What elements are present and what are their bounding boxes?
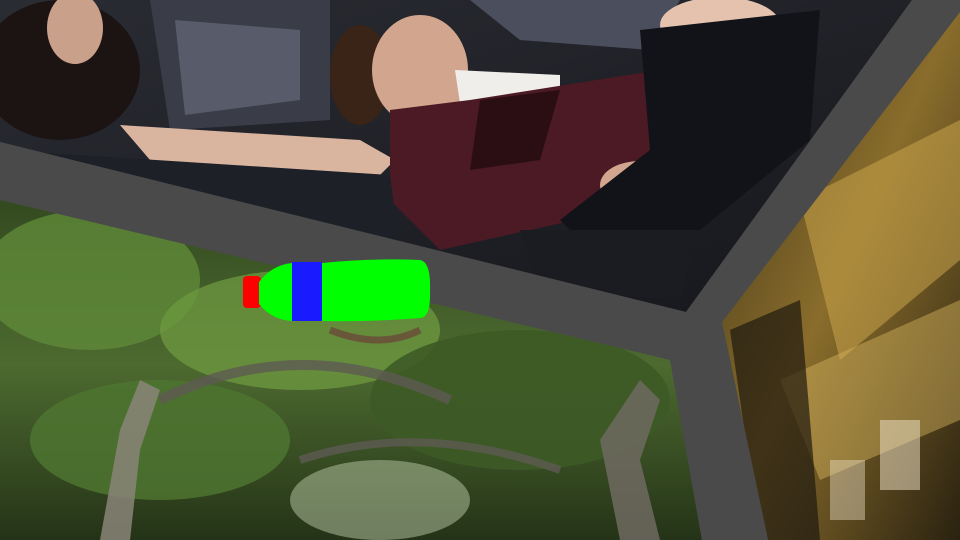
window-pane: [830, 460, 865, 520]
bottle-label: [292, 262, 322, 321]
woman-dress-embroidery: [175, 20, 300, 115]
game-viewport: [0, 0, 960, 540]
bottle-body: [322, 259, 431, 322]
bottle-cap: [243, 276, 261, 308]
sky-gap: [290, 460, 470, 540]
window-pane: [880, 420, 920, 490]
